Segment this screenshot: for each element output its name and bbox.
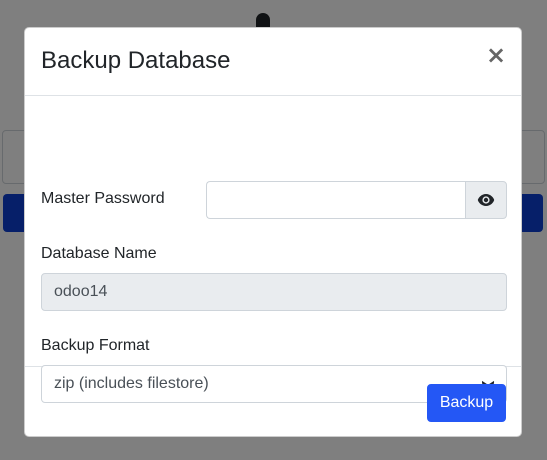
modal-body: Master Password Database Name Backup For… [25,96,521,403]
database-name-label: Database Name [41,245,157,262]
modal-footer: Backup [25,367,521,437]
eye-icon [477,194,495,206]
backup-format-label: Backup Format [41,337,150,354]
modal-title: Backup Database [41,47,231,74]
backup-button[interactable]: Backup [427,384,506,422]
modal-header: Backup Database × [25,28,521,96]
master-password-group [206,181,507,219]
show-password-button[interactable] [465,181,507,219]
close-button[interactable]: × [485,42,507,68]
master-password-label: Master Password [41,190,165,207]
backup-database-dialog: Backup Database × Master Password Databa… [24,27,522,437]
database-name-input[interactable] [41,273,507,311]
master-password-input[interactable] [206,181,465,219]
